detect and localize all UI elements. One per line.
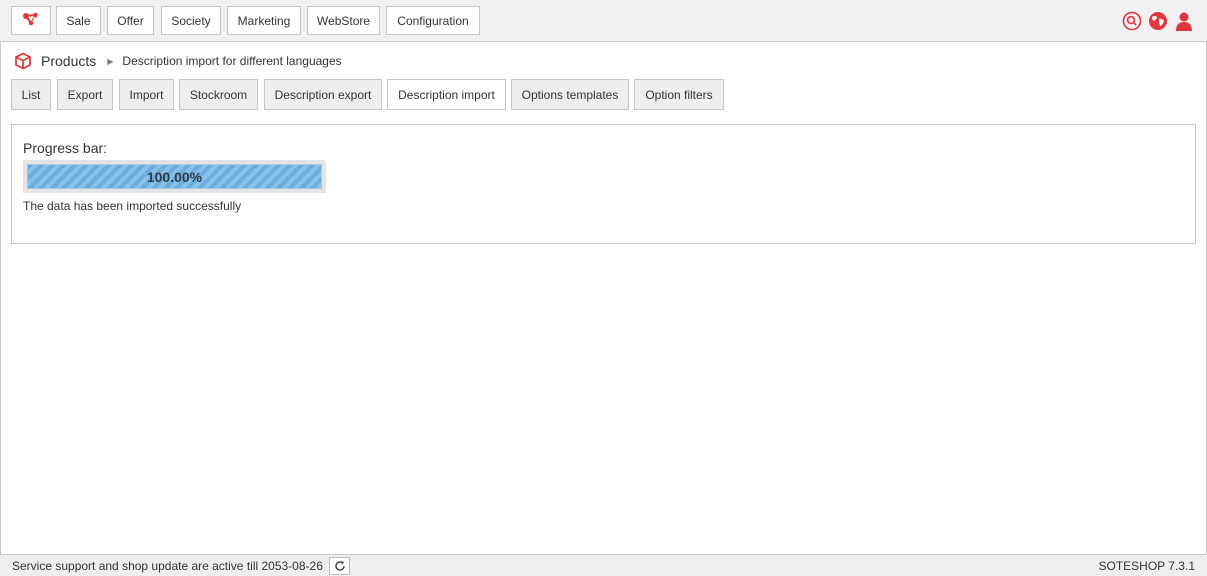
- progress-track: 100.00%: [27, 164, 322, 189]
- progress-label: Progress bar:: [23, 140, 108, 156]
- tab-options-templates[interactable]: Options templates: [511, 79, 629, 110]
- tab-description-export[interactable]: Description export: [264, 79, 382, 110]
- nav-sale-button[interactable]: Sale: [56, 6, 101, 35]
- home-logo-button[interactable]: [11, 6, 51, 35]
- breadcrumb-products-link[interactable]: Products: [41, 53, 96, 69]
- import-status-message: The data has been imported successfully: [23, 199, 242, 213]
- share-nodes-icon: [22, 12, 40, 29]
- search-icon[interactable]: [1121, 10, 1143, 32]
- nav-marketing-button[interactable]: Marketing: [227, 6, 301, 35]
- top-navigation: Sale Offer Society Marketing WebStore Co…: [0, 0, 1207, 42]
- breadcrumb-separator-icon: ▶: [107, 56, 114, 66]
- tab-description-import[interactable]: Description import: [387, 79, 506, 110]
- progress-bar: 100.00%: [23, 160, 326, 193]
- support-status-text: Service support and shop update are acti…: [12, 559, 323, 573]
- version-label: SOTESHOP 7.3.1: [1098, 559, 1196, 573]
- progress-percentage: 100.00%: [146, 168, 203, 185]
- tab-stockroom[interactable]: Stockroom: [179, 79, 258, 110]
- globe-icon[interactable]: [1147, 10, 1169, 32]
- nav-configuration-button[interactable]: Configuration: [386, 6, 480, 35]
- tab-list[interactable]: List: [11, 79, 51, 110]
- import-panel: Progress bar: 100.00% The data has been …: [11, 124, 1196, 244]
- user-icon[interactable]: [1173, 10, 1195, 32]
- status-footer: Service support and shop update are acti…: [0, 554, 1207, 576]
- nav-webstore-button[interactable]: WebStore: [307, 6, 380, 35]
- breadcrumb-current-page: Description import for different languag…: [122, 54, 342, 68]
- tab-import[interactable]: Import: [119, 79, 174, 110]
- refresh-icon[interactable]: [329, 557, 350, 575]
- breadcrumb: Products ▶ Description import for differ…: [14, 51, 342, 71]
- nav-society-button[interactable]: Society: [161, 6, 221, 35]
- nav-offer-button[interactable]: Offer: [107, 6, 154, 35]
- tab-export[interactable]: Export: [57, 79, 113, 110]
- cube-icon: [14, 52, 32, 70]
- tab-option-filters[interactable]: Option filters: [634, 79, 724, 110]
